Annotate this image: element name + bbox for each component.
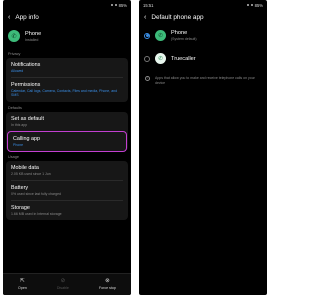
wifi-icon <box>250 3 254 7</box>
info-text: Apps that allow you to make and receive … <box>155 76 255 85</box>
bottom-action-bar: ⇱ Open ⊘ Disable ⊗ Force stop <box>3 273 131 295</box>
privacy-card: Notifications Allowed Permissions Calend… <box>6 58 128 102</box>
battery-label: 85% <box>118 2 127 8</box>
wifi-icon <box>114 3 118 7</box>
disable-icon: ⊘ <box>60 278 66 284</box>
phone-app-icon: ✆ <box>8 30 20 42</box>
force-stop-button[interactable]: ⊗ Force stop <box>98 278 116 290</box>
notifications-sub: Allowed <box>11 69 24 73</box>
calling-app-title: Calling app <box>13 135 40 142</box>
info-icon: i <box>145 76 150 81</box>
battery-row[interactable]: Battery 0% used since last fully charged <box>6 181 128 200</box>
option-truecaller[interactable]: ✆ Truecaller <box>139 47 267 70</box>
set-default-title: Set as default <box>11 115 44 122</box>
permissions-row[interactable]: Permissions Calendar, Call logs, Camera,… <box>6 78 128 102</box>
status-bar: 85% <box>3 0 131 10</box>
section-defaults: Defaults <box>8 105 22 110</box>
signal-icon <box>246 3 250 7</box>
open-icon: ⇱ <box>20 278 25 284</box>
permissions-title: Permissions <box>11 81 41 88</box>
battery-label: 85% <box>254 2 263 8</box>
radio-selected-icon[interactable] <box>144 32 150 39</box>
option-phone[interactable]: ✆ Phone (System default) <box>139 24 267 47</box>
app-header: ✆ Phone Installed <box>3 24 131 48</box>
defaults-card: Set as default In this app Calling app P… <box>6 111 128 152</box>
disable-button[interactable]: ⊘ Disable <box>56 278 69 290</box>
notifications-title: Notifications <box>11 62 41 68</box>
force-stop-label: Force stop <box>98 286 116 290</box>
storage-sub: 1.66 MB used in Internal storage <box>11 211 62 216</box>
calling-app-sub: Phone <box>13 142 24 147</box>
status-bar: 15:51 85% <box>139 0 267 10</box>
back-arrow-icon[interactable]: ‹ <box>144 14 146 21</box>
app-info-screen: 85% ‹ App info ✆ Phone Installed Privacy… <box>3 0 131 295</box>
usage-card: Mobile data 2.05 KB used since 1 Jun Bat… <box>6 160 128 220</box>
status-time: 15:51 <box>143 2 154 8</box>
force-stop-icon: ⊗ <box>105 278 110 284</box>
option-sub: (System default) <box>171 37 197 41</box>
mobile-data-sub: 2.05 KB used since 1 Jun <box>11 171 51 176</box>
back-arrow-icon[interactable]: ‹ <box>8 14 10 21</box>
info-note: i Apps that allow you to make and receiv… <box>139 70 267 91</box>
truecaller-app-icon: ✆ <box>155 53 166 64</box>
permissions-sub: Calendar, Call logs, Camera, Contacts, F… <box>11 88 118 98</box>
open-button[interactable]: ⇱ Open <box>18 278 27 290</box>
mobile-data-title: Mobile data <box>11 164 39 171</box>
storage-title: Storage <box>11 204 30 211</box>
calling-app-row[interactable]: Calling app Phone <box>7 130 127 152</box>
signal-icon <box>110 3 114 7</box>
battery-sub: 0% used since last fully charged <box>11 191 61 196</box>
set-default-sub: In this app <box>11 122 28 127</box>
option-name: Truecaller <box>171 55 196 62</box>
disable-label: Disable <box>56 286 69 290</box>
app-name: Phone <box>25 30 42 37</box>
app-status: Installed <box>25 37 39 42</box>
set-as-default-row[interactable]: Set as default In this app <box>6 112 128 131</box>
app-bar: ‹ Default phone app <box>139 10 267 24</box>
page-title: Default phone app <box>151 13 204 21</box>
option-name: Phone <box>171 30 188 36</box>
radio-unselected-icon[interactable] <box>144 55 150 62</box>
notifications-row[interactable]: Notifications Allowed <box>6 58 128 77</box>
section-usage: Usage <box>8 154 19 159</box>
open-label: Open <box>18 286 27 290</box>
app-bar: ‹ App info <box>3 10 131 24</box>
phone-app-icon: ✆ <box>155 30 166 41</box>
default-phone-app-screen: 15:51 85% ‹ Default phone app ✆ Phone (S… <box>139 0 267 295</box>
storage-row[interactable]: Storage 1.66 MB used in Internal storage <box>6 201 128 220</box>
section-privacy: Privacy <box>8 52 21 56</box>
battery-title: Battery <box>11 184 29 191</box>
page-title: App info <box>15 13 39 21</box>
mobile-data-row[interactable]: Mobile data 2.05 KB used since 1 Jun <box>6 161 128 180</box>
